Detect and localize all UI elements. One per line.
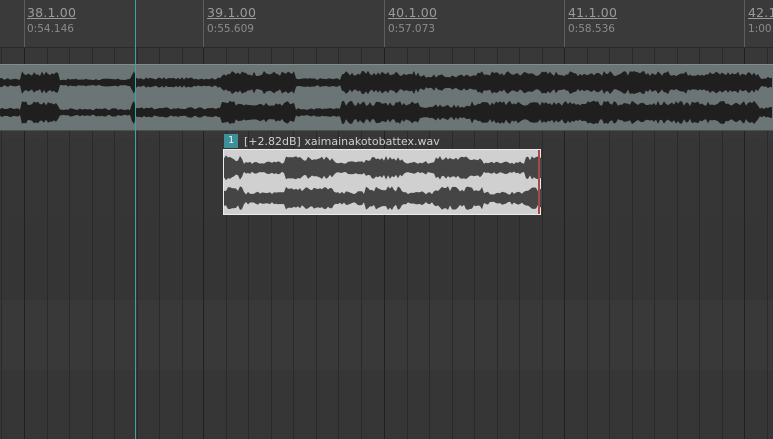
media-item-header[interactable]: 1 [+2.82dB] xaimainakotobattex.wav [224,133,440,149]
ruler-bar-label[interactable]: 40.1.00 [388,5,437,20]
ruler-time-label: 1:00.000 [748,23,773,35]
ruler-bar-tick [24,0,25,47]
ruler-time-label: 0:54.146 [27,23,74,35]
ruler-bar-label[interactable]: 42.1.00 [748,5,773,20]
waveform-channel [0,70,772,95]
ruler-bar-label[interactable]: 38.1.00 [27,5,76,20]
ruler-time-label: 0:55.609 [207,23,254,35]
ruler-time-label: 0:58.536 [568,23,615,35]
ruler-time-label: 0:57.073 [388,23,435,35]
waveform [224,155,542,210]
timeline-ruler[interactable]: 38.1.00 0:54.146 39.1.00 0:55.609 40.1.0… [0,0,773,48]
ruler-bar-tick [564,0,565,47]
audio-item-waveform[interactable] [0,64,773,131]
ruler-bar-tick [203,0,204,47]
waveform-channel [0,100,772,125]
item-end-edge[interactable] [538,150,540,214]
ruler-bar-label[interactable]: 41.1.00 [568,5,617,20]
media-item-title: [+2.82dB] xaimainakotobattex.wav [244,134,440,148]
waveform [0,70,772,125]
ruler-bar-tick [744,0,745,47]
selected-audio-item[interactable] [223,149,542,215]
waveform-channel [224,155,542,181]
take-number-icon[interactable]: 1 [224,134,238,148]
waveform-channel [224,186,542,210]
playhead-cursor[interactable] [135,0,136,439]
ruler-bar-label[interactable]: 39.1.00 [207,5,256,20]
ruler-bar-tick [384,0,385,47]
